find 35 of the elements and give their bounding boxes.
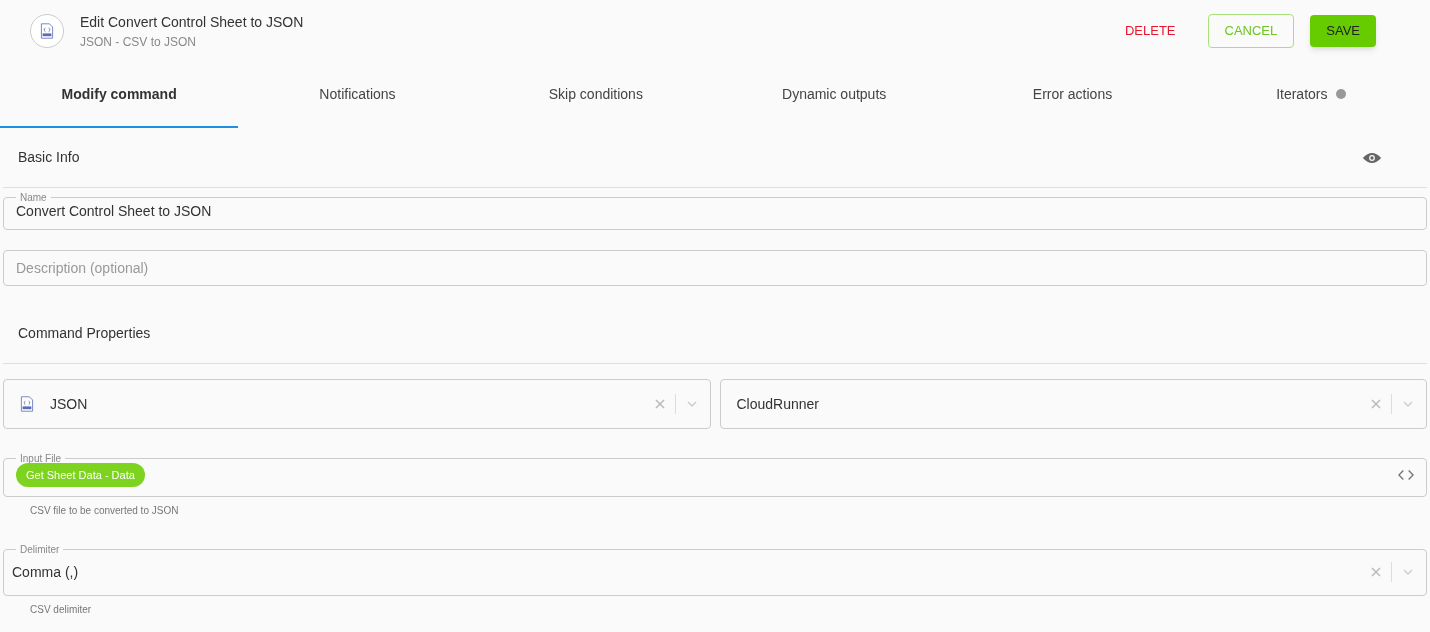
field-label: Name xyxy=(19,191,48,205)
select-field[interactable]: CloudRunner xyxy=(719,379,1427,429)
clear-icon[interactable] xyxy=(1371,399,1381,409)
page-title: Edit Convert Control Sheet to JSON xyxy=(80,12,304,32)
section-title: Command Properties xyxy=(18,324,151,343)
json-file-icon xyxy=(40,23,54,39)
input-file-field[interactable]: Input File Get Sheet Data - Data xyxy=(3,451,1427,497)
chevron-down-icon[interactable] xyxy=(685,398,698,410)
clear-icon[interactable] xyxy=(1371,567,1381,577)
field-label: Delimiter xyxy=(19,543,61,557)
name-field[interactable]: Name Convert Control Sheet to JSON xyxy=(3,190,1427,230)
select-value: CloudRunner xyxy=(736,394,819,414)
chevron-down-icon[interactable] xyxy=(1402,398,1414,410)
page-subtitle: JSON - CSV to JSON xyxy=(80,33,198,51)
save-button[interactable]: SAVE xyxy=(1310,15,1376,47)
tab[interactable]: Error actions xyxy=(953,62,1192,128)
tab[interactable]: Iterators xyxy=(1191,62,1430,128)
delimiter-select[interactable]: Delimiter Comma (,) xyxy=(3,542,1427,596)
field-value: Convert Control Sheet to JSON xyxy=(16,202,213,221)
select-field[interactable]: JSON xyxy=(3,379,711,429)
tab[interactable]: Dynamic outputs xyxy=(715,62,954,128)
delete-button[interactable]: DELETE xyxy=(1108,15,1192,47)
select-value: Comma (,) xyxy=(12,562,79,582)
chevron-down-icon[interactable] xyxy=(1402,566,1414,578)
json-file-icon xyxy=(20,396,34,412)
helper-text: CSV delimiter xyxy=(29,603,93,617)
section-title: Basic Info xyxy=(18,148,80,167)
select-value: JSON xyxy=(50,394,88,414)
description-field[interactable]: Description (optional) xyxy=(3,250,1427,286)
tab[interactable]: Skip conditions xyxy=(476,62,715,128)
clear-icon[interactable] xyxy=(654,399,665,409)
tab[interactable]: Modify command xyxy=(0,62,239,128)
tab[interactable]: Notifications xyxy=(238,62,477,128)
helper-text: CSV file to be converted to JSON xyxy=(29,504,180,518)
code-icon[interactable] xyxy=(1398,469,1414,481)
